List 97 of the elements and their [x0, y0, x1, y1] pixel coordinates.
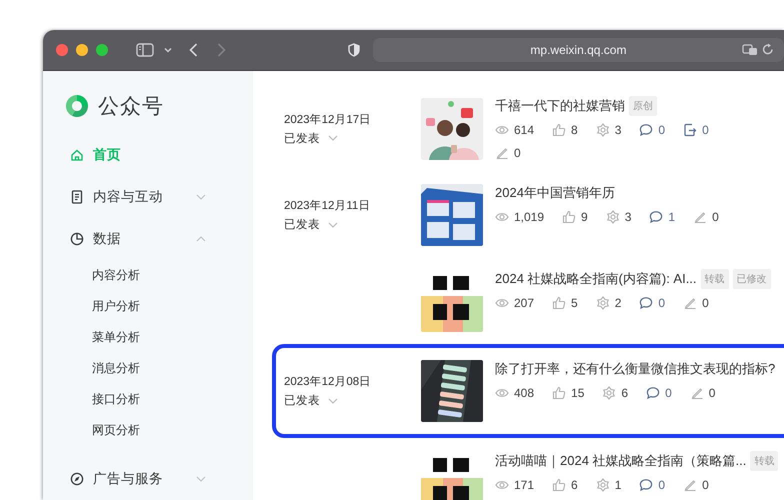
flower-icon	[606, 210, 620, 224]
pencil-icon	[683, 296, 698, 310]
tag: 转载	[750, 451, 778, 471]
stat-count: 1,019	[514, 210, 544, 224]
nav-item[interactable]: 广告与服务	[43, 458, 253, 500]
stat-count: 408	[514, 386, 534, 400]
flower-icon	[596, 123, 610, 137]
comment-icon	[639, 123, 654, 137]
window-control[interactable]	[76, 44, 88, 56]
chevron-down-icon	[328, 222, 338, 228]
stat-count: 0	[702, 296, 709, 310]
stat-count: 0	[702, 478, 709, 492]
stat-count: 1	[614, 478, 622, 492]
thumbs-up-icon	[552, 478, 566, 492]
publish-date: 2023年12月11日	[284, 198, 370, 213]
address-bar[interactable]: mp.weixin.qq.com	[372, 38, 784, 62]
window-control[interactable]	[96, 44, 108, 56]
stat-link[interactable]: 0	[658, 123, 666, 137]
tag: 转载	[700, 269, 729, 289]
stat-count: 3	[624, 210, 632, 224]
stat-count: 207	[514, 296, 534, 310]
stat-count: 6	[571, 478, 578, 492]
submenu-item[interactable]: 接口分析	[92, 384, 140, 415]
stat-link[interactable]: 0	[702, 123, 709, 137]
back-icon[interactable]	[188, 43, 198, 57]
translate-icon[interactable]	[742, 44, 758, 56]
logo-text: 公众号	[98, 94, 164, 120]
chevron-down-icon	[328, 135, 338, 141]
submenu-item[interactable]: 菜单分析	[92, 322, 140, 353]
shield-icon[interactable]	[348, 43, 360, 57]
comment-icon	[646, 386, 660, 400]
status-dropdown[interactable]: 已发表	[284, 130, 338, 146]
tag: 已修改	[732, 269, 771, 289]
flower-icon	[602, 386, 616, 400]
article-title[interactable]: 除了打开率，还有什么衡量微信推文表现的指标?	[495, 360, 776, 378]
flower-icon	[596, 296, 610, 310]
stat-count: 0	[708, 386, 716, 400]
chevron-down-icon[interactable]	[164, 47, 172, 53]
eye-icon	[495, 123, 509, 137]
thumbs-up-icon	[562, 210, 576, 224]
flower-icon	[596, 478, 610, 492]
stat-count: 2	[614, 296, 622, 310]
chevron-down-icon	[328, 398, 338, 404]
pencil-icon	[683, 478, 698, 492]
submenu-item[interactable]: 消息分析	[92, 353, 140, 384]
article-title[interactable]: 2024 社媒战略全指南(内容篇): AI...	[495, 270, 697, 288]
stat-count: 5	[571, 296, 578, 310]
thumbs-up-icon	[552, 386, 566, 400]
status-dropdown[interactable]: 已发表	[284, 217, 338, 232]
export-icon	[683, 123, 698, 137]
eye-icon	[495, 296, 509, 310]
status-dropdown[interactable]: 已发表	[284, 393, 338, 408]
eye-icon	[495, 386, 509, 400]
stat-link[interactable]: 0	[665, 386, 672, 400]
stat-count: 3	[614, 123, 622, 137]
document-icon	[70, 190, 84, 204]
submenu-item[interactable]: 网页分析	[92, 415, 140, 446]
eye-icon	[495, 478, 509, 492]
submenu-item[interactable]: 内容分析	[92, 260, 140, 291]
reload-icon[interactable]	[762, 43, 774, 56]
stat-count: 0	[712, 210, 719, 224]
submenu-item[interactable]: 用户分析	[92, 291, 140, 322]
stat-count: 8	[571, 123, 578, 137]
article-title[interactable]: 2024年中国营销年历	[495, 184, 615, 202]
pie-icon	[70, 232, 84, 246]
publish-date: 2023年12月17日	[284, 112, 372, 126]
pencil-icon	[495, 146, 509, 160]
comment-icon	[639, 296, 654, 310]
url-text: mp.weixin.qq.com	[530, 43, 626, 57]
stat-count: 0	[514, 146, 521, 160]
home-icon	[70, 148, 84, 162]
pencil-icon	[693, 210, 708, 224]
comment-icon	[649, 210, 664, 224]
nav-item[interactable]: 数据	[43, 218, 253, 260]
stat-link[interactable]: 0	[658, 296, 666, 310]
tag: 原创	[629, 96, 657, 116]
compass-icon	[70, 472, 84, 486]
sidebar-icon[interactable]	[136, 43, 154, 57]
stat-count: 614	[514, 123, 534, 137]
pencil-icon	[690, 386, 704, 400]
stat-count: 9	[581, 210, 588, 224]
article-title[interactable]: 活动喵喵｜2024 社媒战略全指南（策略篇...	[495, 452, 746, 470]
stat-count: 6	[621, 386, 628, 400]
stat-count: 15	[571, 386, 584, 400]
comment-icon	[639, 478, 654, 492]
logo-icon	[64, 93, 90, 119]
stat-link[interactable]: 0	[658, 478, 666, 492]
eye-icon	[495, 210, 509, 224]
thumbs-up-icon	[552, 123, 566, 137]
article-title[interactable]: 千禧一代下的社媒营销	[495, 97, 625, 115]
stat-link[interactable]: 1	[668, 210, 676, 224]
stat-count: 171	[514, 478, 534, 492]
nav-item[interactable]: 内容与互动	[43, 176, 253, 218]
publish-date: 2023年12月08日	[284, 374, 372, 389]
thumbs-up-icon	[552, 296, 566, 310]
forward-icon[interactable]	[216, 43, 226, 57]
window-control[interactable]	[56, 44, 68, 56]
